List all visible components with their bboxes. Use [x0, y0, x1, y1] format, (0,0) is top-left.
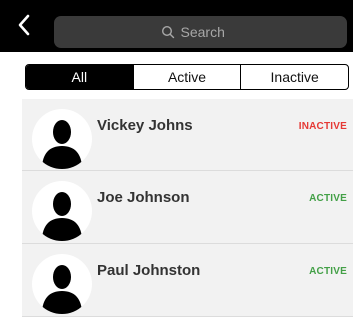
person-icon: [42, 192, 82, 241]
contact-name: Paul Johnston: [97, 262, 201, 279]
person-icon: [42, 265, 82, 314]
top-bar: [0, 0, 353, 52]
contact-row[interactable]: Paul Johnston ACTIVE: [22, 244, 353, 317]
chevron-left-icon: [18, 14, 30, 36]
search-bar[interactable]: [54, 16, 347, 48]
contact-list: Vickey Johns INACTIVE Joe Johnson ACTIVE…: [22, 99, 353, 317]
contact-row[interactable]: Joe Johnson ACTIVE: [22, 171, 353, 244]
filter-all[interactable]: All: [26, 65, 133, 89]
search-icon: [161, 25, 175, 39]
search-input[interactable]: [180, 24, 241, 40]
status-badge: ACTIVE: [309, 266, 347, 277]
status-filter: All Active Inactive: [25, 64, 349, 90]
person-icon: [42, 120, 82, 169]
status-badge: ACTIVE: [309, 193, 347, 204]
contact-row[interactable]: Vickey Johns INACTIVE: [22, 99, 353, 171]
filter-inactive[interactable]: Inactive: [240, 65, 348, 89]
avatar: [32, 109, 92, 169]
status-badge: INACTIVE: [298, 121, 347, 132]
filter-active[interactable]: Active: [132, 65, 241, 89]
contact-name: Vickey Johns: [97, 117, 193, 134]
back-button[interactable]: [4, 9, 44, 41]
avatar: [32, 254, 92, 314]
contact-name: Joe Johnson: [97, 189, 190, 206]
avatar: [32, 181, 92, 241]
